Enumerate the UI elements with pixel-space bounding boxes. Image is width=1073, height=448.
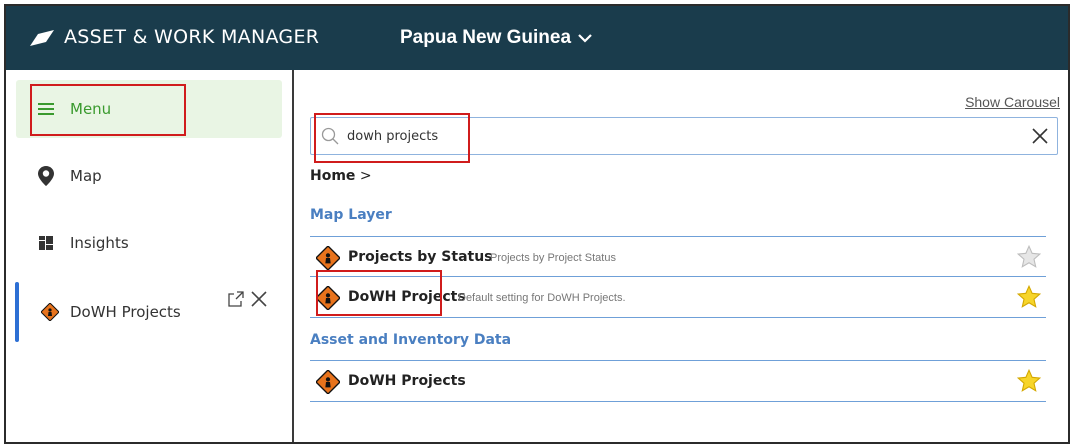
show-carousel-link[interactable]: Show Carousel <box>965 94 1060 110</box>
section-title-asset-inventory: Asset and Inventory Data <box>310 332 512 348</box>
dashboard-grid-icon <box>36 233 56 253</box>
roadwork-sign-icon <box>316 246 340 270</box>
favorite-star-empty-icon[interactable] <box>1016 244 1042 270</box>
sidebar-item-label: DoWH Projects <box>70 303 181 321</box>
sidebar: Menu Map Insights DoWH Projects <box>6 70 294 442</box>
result-description: Projects by Project Status <box>490 252 616 264</box>
result-title: Projects by Status <box>348 249 493 265</box>
clear-search-icon[interactable] <box>1031 127 1049 145</box>
search-panel: Show Carousel Home > Map Layer <box>296 70 1068 442</box>
sidebar-item-map[interactable]: Map <box>16 147 282 205</box>
result-title: DoWH Projects <box>348 373 466 389</box>
search-input[interactable] <box>347 122 1007 150</box>
sidebar-item-menu[interactable]: Menu <box>16 80 282 138</box>
region-selector[interactable]: Papua New Guinea <box>400 24 593 52</box>
favorite-star-filled-icon[interactable] <box>1016 368 1042 394</box>
sidebar-item-label: Insights <box>70 234 129 252</box>
app-logo-icon <box>30 30 54 46</box>
breadcrumb-home[interactable]: Home <box>310 168 355 184</box>
close-tab-icon[interactable] <box>250 290 268 308</box>
region-label: Papua New Guinea <box>400 27 572 48</box>
app-header: ASSET & WORK MANAGER Papua New Guinea <box>6 6 1068 70</box>
result-row[interactable]: DoWH Projects Default setting for DoWH P… <box>310 278 1046 316</box>
roadwork-sign-icon <box>316 286 340 310</box>
result-divider <box>310 317 1046 318</box>
app-window: ASSET & WORK MANAGER Papua New Guinea Me… <box>4 4 1070 444</box>
sidebar-item-insights[interactable]: Insights <box>16 214 282 272</box>
result-row[interactable]: DoWH Projects <box>310 362 1046 400</box>
sidebar-item-label: Menu <box>70 100 112 118</box>
result-title: DoWH Projects <box>348 289 466 305</box>
result-divider <box>310 276 1046 277</box>
section-divider <box>310 236 1046 237</box>
hamburger-icon <box>36 99 56 119</box>
result-description: Default setting for DoWH Projects. <box>458 292 626 304</box>
tab-actions <box>228 290 268 308</box>
favorite-star-filled-icon[interactable] <box>1016 284 1042 310</box>
sidebar-item-dowh-projects[interactable]: DoWH Projects <box>15 282 286 342</box>
app-title: ASSET & WORK MANAGER <box>64 26 320 48</box>
search-box[interactable] <box>310 117 1058 155</box>
result-divider <box>310 401 1046 402</box>
sidebar-item-label: Map <box>70 167 102 185</box>
active-tab-indicator <box>15 282 19 342</box>
section-title-map-layer: Map Layer <box>310 207 392 223</box>
roadwork-sign-icon <box>40 302 60 322</box>
section-divider <box>310 360 1046 361</box>
search-icon <box>321 127 339 145</box>
chevron-down-icon <box>578 34 592 43</box>
roadwork-sign-icon <box>316 370 340 394</box>
map-pin-icon <box>36 166 56 186</box>
open-external-icon[interactable] <box>228 291 244 307</box>
breadcrumb-separator: > <box>359 168 372 184</box>
breadcrumb: Home > <box>310 168 372 184</box>
result-row[interactable]: Projects by Status Projects by Project S… <box>310 238 1046 276</box>
